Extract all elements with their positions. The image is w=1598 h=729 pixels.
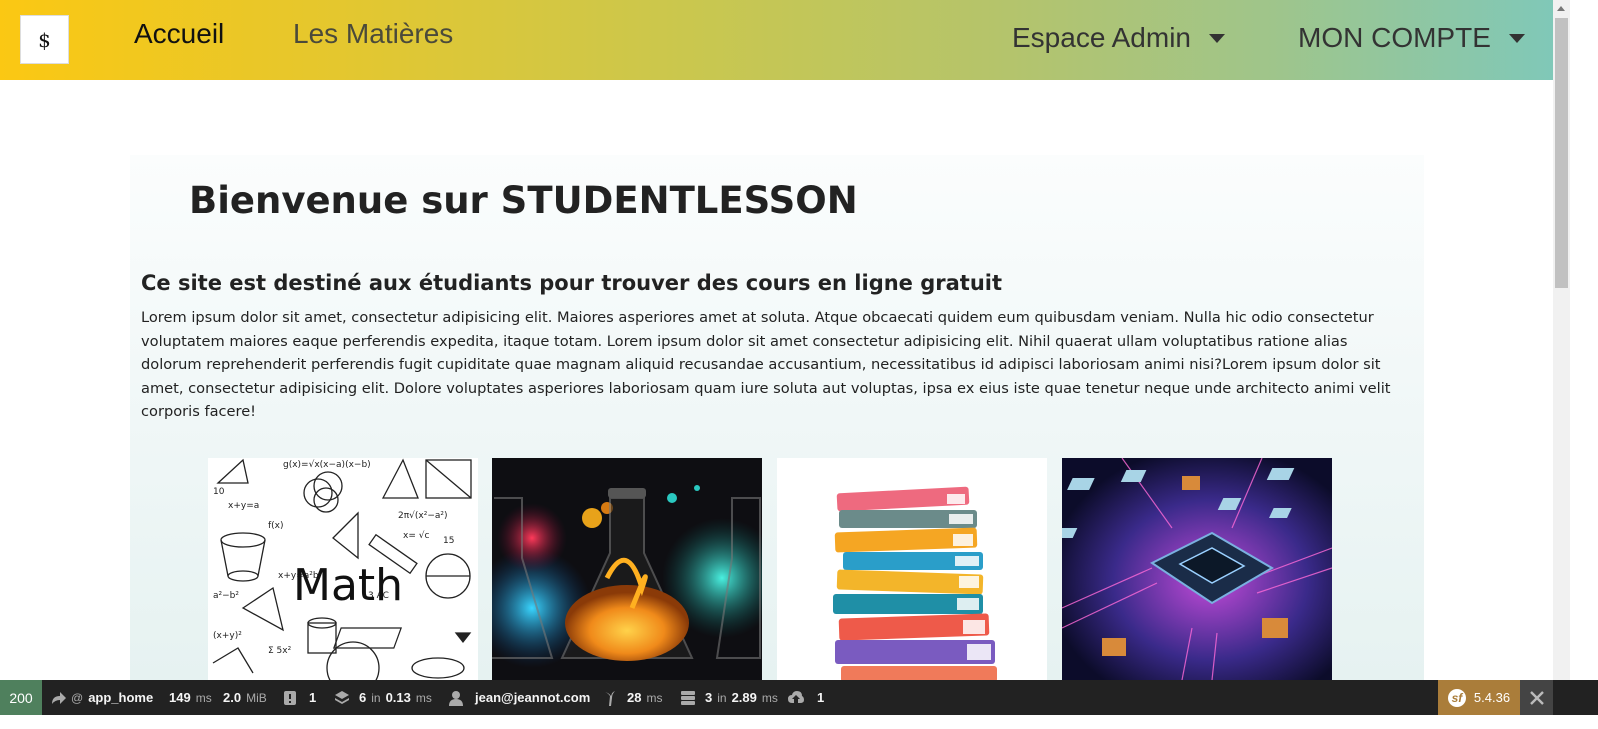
time-unit: ms bbox=[195, 690, 212, 705]
symfony-debug-toolbar: 200 @ app_home 149 ms 2.0 MiB 1 6 in 0.13 ms j… bbox=[0, 680, 1598, 715]
page: $ Accueil Les Matières Espace Admin MON … bbox=[0, 0, 1598, 729]
caret-down-icon bbox=[1508, 33, 1525, 43]
welcome-section: Bienvenue sur STUDENTLESSON Ce site est … bbox=[130, 155, 1424, 680]
svg-text:x+y=a: x+y=a bbox=[228, 501, 259, 511]
svg-text:15: 15 bbox=[443, 536, 454, 546]
chemistry-illustration bbox=[492, 485, 762, 668]
admin-dropdown[interactable]: Espace Admin bbox=[1012, 22, 1225, 54]
memory-unit: MiB bbox=[246, 690, 267, 705]
svg-text:2π√(x²−a²): 2π√(x²−a²) bbox=[398, 510, 448, 521]
toolbar-user[interactable]: jean@jeannot.com bbox=[448, 680, 590, 715]
cache-count: 6 bbox=[359, 690, 367, 705]
svg-text:g(x)=√x(x−a)(x−b): g(x)=√x(x−a)(x−b) bbox=[283, 459, 371, 470]
nav-subjects-link[interactable]: Les Matières bbox=[293, 18, 453, 50]
toolbar-memory[interactable]: 2.0 MiB bbox=[223, 680, 267, 715]
cache-unit: ms bbox=[415, 690, 432, 705]
db-time: 2.89 bbox=[731, 690, 757, 705]
svg-text:10: 10 bbox=[213, 487, 225, 497]
toolbar-route[interactable]: @ app_home bbox=[50, 680, 153, 715]
math-word: Math bbox=[293, 560, 403, 611]
upload-count: 1 bbox=[817, 690, 825, 705]
symfony-logo: sf bbox=[1447, 688, 1466, 707]
toolbar-twig[interactable]: 28 ms bbox=[602, 680, 662, 715]
window-edge bbox=[1570, 0, 1598, 729]
page-title: Bienvenue sur STUDENTLESSON bbox=[189, 179, 858, 222]
db-in: in bbox=[717, 690, 727, 705]
admin-dropdown-label: Espace Admin bbox=[1012, 22, 1191, 53]
db-count: 3 bbox=[705, 690, 713, 705]
svg-text:a²−b²: a²−b² bbox=[213, 591, 239, 601]
cache-in: in bbox=[371, 690, 381, 705]
site-logo[interactable]: $ bbox=[20, 15, 69, 64]
toolbar-logs[interactable]: 1 bbox=[282, 680, 316, 715]
toolbar-cache[interactable]: 6 in 0.13 ms bbox=[334, 680, 432, 715]
route-name: app_home bbox=[88, 690, 154, 705]
scrollbar-thumb[interactable] bbox=[1555, 18, 1568, 288]
logs-icon bbox=[284, 690, 296, 705]
status-code-badge[interactable]: 200 bbox=[0, 680, 42, 715]
twig-icon bbox=[605, 690, 615, 706]
scroll-up-arrow-icon[interactable] bbox=[1553, 0, 1570, 17]
technology-illustration bbox=[1062, 458, 1332, 680]
vertical-scrollbar[interactable] bbox=[1553, 0, 1570, 680]
subject-card-technology[interactable] bbox=[1062, 458, 1332, 680]
account-dropdown-label: MON COMPTE bbox=[1298, 22, 1491, 53]
subject-card-books[interactable] bbox=[777, 458, 1047, 680]
route-prefix: @ bbox=[71, 690, 84, 705]
math-illustration: 10 g(x)=√x(x−a)(x−b) x+y=a x+y=a²b f(x) … bbox=[212, 458, 472, 680]
svg-text:x= √c: x= √c bbox=[403, 530, 429, 541]
upload-icon bbox=[788, 690, 804, 703]
svg-text:Σ 5x²: Σ 5x² bbox=[268, 646, 292, 656]
db-unit: ms bbox=[761, 690, 778, 705]
svg-text:f(x): f(x) bbox=[268, 521, 284, 531]
user-email: jean@jeannot.com bbox=[475, 690, 591, 705]
route-arrow-icon bbox=[52, 691, 66, 704]
top-navbar: $ Accueil Les Matières Espace Admin MON … bbox=[0, 0, 1553, 80]
close-icon bbox=[1529, 690, 1544, 705]
toolbar-database[interactable]: 3 in 2.89 ms bbox=[680, 680, 778, 715]
subject-card-chemistry[interactable] bbox=[492, 458, 762, 680]
toolbar-close-button[interactable] bbox=[1520, 680, 1553, 715]
books-illustration bbox=[833, 486, 997, 680]
request-time: 149 bbox=[169, 690, 191, 705]
logo-mark: $ bbox=[38, 27, 51, 52]
user-icon bbox=[449, 690, 463, 706]
cache-time: 0.13 bbox=[385, 690, 411, 705]
account-dropdown[interactable]: MON COMPTE bbox=[1298, 22, 1525, 54]
version-label: 5.4.36 bbox=[1473, 690, 1511, 705]
symfony-version[interactable]: sf 5.4.36 bbox=[1438, 680, 1520, 715]
logs-count: 1 bbox=[309, 690, 317, 705]
section-subtitle: Ce site est destiné aux étudiants pour t… bbox=[141, 271, 1003, 295]
toolbar-upload[interactable]: 1 bbox=[788, 680, 824, 715]
window-bottom-edge bbox=[0, 715, 1598, 729]
twig-time: 28 bbox=[627, 690, 642, 705]
subject-card-math[interactable]: 10 g(x)=√x(x−a)(x−b) x+y=a x+y=a²b f(x) … bbox=[208, 458, 478, 680]
toolbar-time[interactable]: 149 ms bbox=[169, 680, 212, 715]
svg-text:(x+y)²: (x+y)² bbox=[213, 631, 242, 641]
caret-down-icon bbox=[1209, 33, 1225, 43]
intro-paragraph: Lorem ipsum dolor sit amet, consectetur … bbox=[141, 309, 1391, 420]
database-icon bbox=[681, 690, 695, 705]
cache-layers-icon bbox=[335, 690, 349, 704]
twig-unit: ms bbox=[646, 690, 663, 705]
nav-home-link[interactable]: Accueil bbox=[134, 18, 224, 50]
memory-value: 2.0 bbox=[223, 690, 242, 705]
